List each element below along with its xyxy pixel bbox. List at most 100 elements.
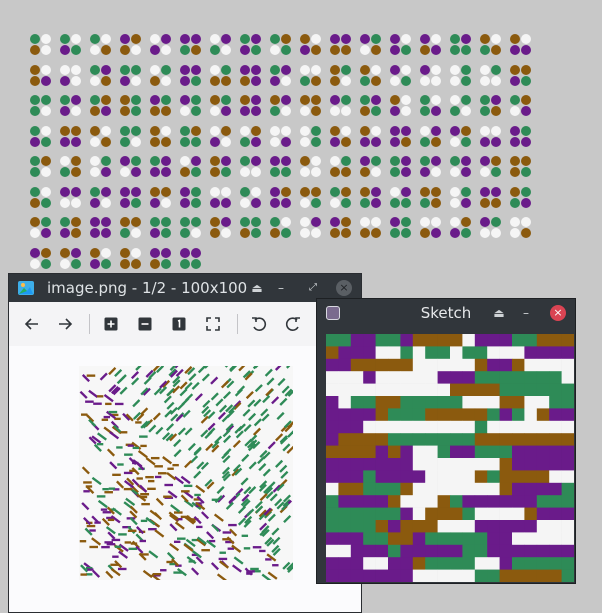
tile-dot: [60, 167, 70, 177]
dot-tile: [180, 247, 202, 270]
tile-dot: [360, 95, 370, 105]
sketch-window[interactable]: Sketch ⏏ – ×: [316, 298, 576, 584]
sketch-cell: [425, 433, 438, 446]
tile-dot: [461, 125, 471, 136]
sketch-cell: [462, 371, 476, 384]
tile-dot: [120, 45, 130, 55]
tile-dot: [330, 186, 340, 197]
actual-size-button[interactable]: [167, 312, 191, 336]
rotate-right-icon: [285, 317, 300, 331]
tile-dot: [180, 125, 190, 136]
tile-dot: [371, 217, 381, 227]
keep-above-button[interactable]: ⏏: [491, 305, 507, 321]
tile-dot: [41, 258, 51, 269]
sketch-cell: [474, 358, 488, 372]
tile-dot: [180, 95, 190, 105]
tile-dot: [311, 156, 321, 166]
tile-dot: [101, 45, 111, 55]
sketch-cell: [512, 334, 525, 347]
tile-dot: [131, 197, 141, 208]
minimize-button[interactable]: –: [273, 280, 289, 296]
tile-dot: [420, 75, 430, 86]
zoom-out-button[interactable]: [133, 312, 157, 336]
tile-dot: [251, 186, 261, 197]
dot-tile: [330, 186, 352, 209]
tile-dot: [270, 228, 280, 238]
sketch-cell: [536, 482, 550, 496]
zoom-in-button[interactable]: [99, 312, 123, 336]
sketch-cell: [326, 458, 339, 471]
tile-dot: [360, 106, 370, 116]
sketch-cell: [536, 420, 550, 434]
tile-dot: [461, 75, 471, 86]
sketch-cell: [524, 358, 538, 372]
tile-dot: [60, 186, 70, 197]
sketch-close-button[interactable]: ×: [550, 305, 566, 321]
fit-window-button[interactable]: [201, 312, 225, 336]
tile-dot: [281, 167, 291, 177]
sketch-cell: [474, 482, 488, 496]
sketch-cell: [524, 569, 538, 582]
rotate-left-button[interactable]: [247, 312, 271, 336]
tile-dot: [341, 186, 351, 197]
sketch-cell: [375, 495, 389, 508]
tile-dot: [41, 125, 51, 136]
sketch-cell: [363, 507, 376, 521]
sketch-cell: [487, 358, 500, 372]
sketch-cell: [400, 482, 414, 496]
keep-above-button[interactable]: ⏏: [249, 280, 265, 296]
tile-dot: [480, 217, 490, 227]
dot-tile: [240, 186, 262, 209]
tile-dot: [480, 95, 490, 105]
sketch-cell: [412, 371, 426, 384]
dot-tile: [510, 156, 532, 178]
tile-dot: [390, 217, 400, 227]
viewer-close-button[interactable]: ×: [336, 280, 352, 296]
tile-dot: [431, 75, 441, 86]
tile-dot: [311, 167, 321, 177]
tile-dot: [491, 45, 501, 55]
sketch-cell: [512, 507, 525, 521]
sketch-titlebar[interactable]: Sketch ⏏ – ×: [317, 299, 575, 327]
tile-dot: [420, 64, 430, 75]
dot-tile: [390, 34, 412, 56]
dot-tile: [60, 34, 82, 56]
sketch-cell: [474, 532, 488, 546]
tile-dot: [510, 64, 520, 75]
tile-dot: [71, 186, 81, 197]
sketch-cell: [536, 520, 550, 533]
dot-tile: [270, 217, 292, 239]
tile-dot: [101, 136, 111, 147]
tile-dot: [191, 64, 201, 75]
dot-tile: [360, 64, 382, 87]
rotate-right-button[interactable]: [281, 312, 305, 336]
viewer-toolbar: [9, 302, 361, 347]
maximize-button[interactable]: ⤢: [305, 280, 321, 296]
viewer-canvas[interactable]: [9, 346, 361, 612]
sketch-cell: [524, 458, 538, 471]
image-viewer-window[interactable]: image.png - 1/2 - 100x100 ⏏ – ⤢ ×: [8, 273, 362, 613]
minimize-button[interactable]: –: [518, 305, 534, 321]
sketch-cell: [487, 482, 500, 496]
tile-dot: [191, 34, 201, 44]
sketch-cell: [350, 420, 364, 434]
sketch-cell: [400, 458, 414, 471]
dot-tile: [90, 156, 112, 178]
tile-dot: [491, 167, 501, 177]
tile-dot: [150, 197, 160, 208]
forward-button[interactable]: [53, 312, 77, 336]
tile-dot: [461, 106, 471, 116]
tile-dot: [420, 45, 430, 55]
sketch-cell: [549, 482, 562, 496]
tile-dot: [461, 217, 471, 227]
tile-dot: [281, 34, 291, 44]
back-button[interactable]: [20, 312, 44, 336]
sketch-cell: [524, 532, 538, 546]
dot-tile: [360, 186, 382, 209]
dot-tile: [240, 217, 262, 239]
sketch-cell: [512, 569, 525, 582]
tile-dot: [221, 186, 231, 197]
tile-dot: [270, 136, 280, 147]
viewer-titlebar[interactable]: image.png - 1/2 - 100x100 ⏏ – ⤢ ×: [9, 274, 361, 302]
sketch-canvas[interactable]: [326, 334, 574, 582]
